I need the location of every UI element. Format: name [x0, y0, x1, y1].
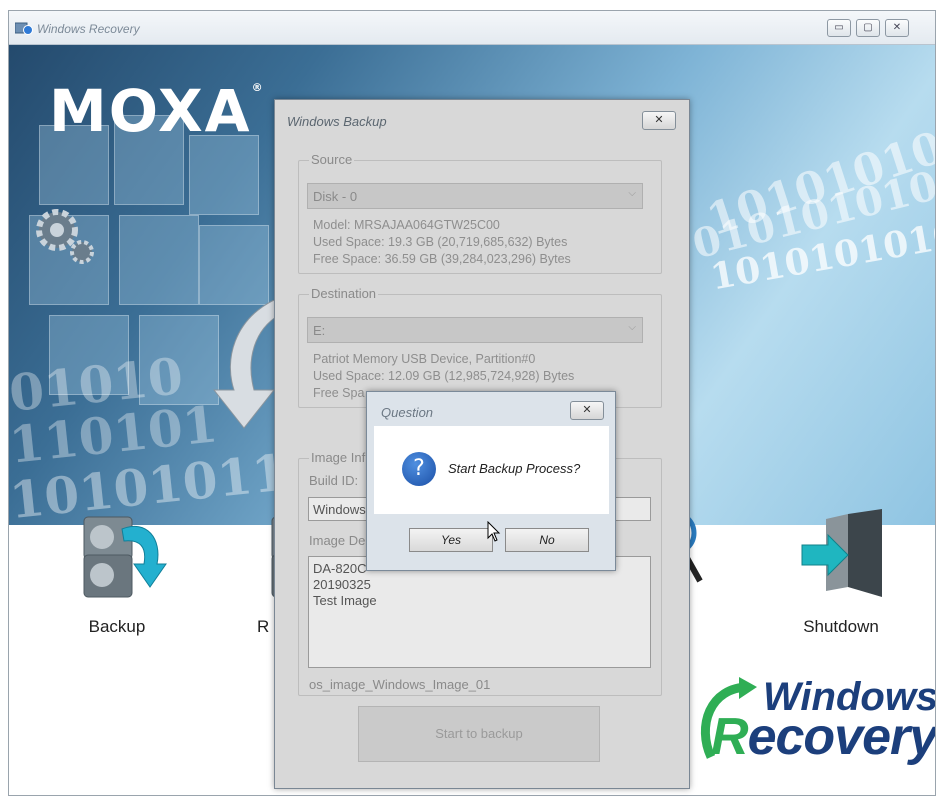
image-description-label: Image De: [309, 533, 366, 548]
source-group: Source Disk - 0 ⌵ Model: MRSAJAA064GTW25…: [298, 152, 662, 274]
yes-button[interactable]: Yes: [409, 528, 493, 552]
maximize-button[interactable]: ▢: [856, 19, 880, 37]
close-button[interactable]: ✕: [885, 19, 909, 37]
destination-select[interactable]: E: ⌵: [307, 317, 643, 343]
image-filename: os_image_Windows_Image_01: [309, 677, 491, 692]
source-free-space: Free Space: 36.59 GB (39,284,023,296) By…: [313, 252, 571, 266]
gear-icon: [36, 209, 94, 264]
shutdown-tool[interactable]: Shutdown: [781, 509, 901, 637]
question-body: ? Start Backup Process?: [374, 426, 609, 514]
windows-recovery-logo: Windows Recovery: [689, 671, 935, 771]
backup-dialog-close-button[interactable]: ✕: [642, 111, 676, 130]
destination-group-title: Destination: [309, 286, 379, 301]
backup-label: Backup: [88, 617, 146, 636]
build-id-label: Build ID:: [309, 473, 359, 488]
app-icon: [15, 22, 33, 35]
image-info-group-title: Image Inf: [309, 450, 368, 465]
logo-recovery-text: Recovery: [711, 708, 936, 766]
source-disk-select[interactable]: Disk - 0 ⌵: [307, 183, 643, 209]
moxa-logo: MOXA®: [49, 77, 265, 145]
image-description-textarea[interactable]: DA-820C 20190325 Test Image: [308, 556, 651, 668]
source-model: Model: MRSAJAA064GTW25C00: [313, 218, 500, 232]
backup-dialog-title: Windows Backup: [287, 114, 387, 129]
chevron-down-icon: ⌵: [628, 188, 636, 199]
window-title: Windows Recovery: [37, 22, 140, 36]
start-backup-button[interactable]: Start to backup: [358, 706, 600, 762]
backup-disk-icon: [83, 516, 167, 598]
question-message: Start Backup Process?: [448, 461, 581, 476]
no-button[interactable]: No: [505, 528, 589, 552]
mouse-cursor-icon: [487, 521, 501, 542]
source-group-title: Source: [309, 152, 355, 167]
destination-used-space: Used Space: 12.09 GB (12,985,724,928) By…: [313, 369, 575, 383]
source-disk-value: Disk - 0: [313, 189, 358, 204]
destination-value: E:: [313, 323, 326, 338]
source-used-space: Used Space: 19.3 GB (20,719,685,632) Byt…: [313, 235, 568, 249]
question-dialog: Question ✕ ? Start Backup Process? Yes N…: [366, 391, 616, 571]
description-line: Test Image: [313, 593, 377, 608]
arrow-graphic: [212, 300, 280, 429]
question-dialog-close-button[interactable]: ✕: [570, 401, 604, 420]
description-line: 20190325: [313, 577, 371, 592]
shutdown-door-icon: [801, 509, 882, 597]
question-dialog-title: Question: [381, 405, 434, 420]
backup-tool[interactable]: Backup: [57, 509, 177, 637]
title-bar: Windows Recovery ▭ ▢ ✕: [9, 11, 935, 45]
chevron-down-icon: ⌵: [628, 322, 636, 333]
source-info: Model: MRSAJAA064GTW25C00 Used Space: 19…: [313, 217, 571, 268]
shutdown-label: Shutdown: [803, 617, 879, 636]
question-icon: ?: [402, 452, 436, 486]
destination-device: Patriot Memory USB Device, Partition#0: [313, 352, 536, 366]
minimize-button[interactable]: ▭: [827, 19, 851, 37]
